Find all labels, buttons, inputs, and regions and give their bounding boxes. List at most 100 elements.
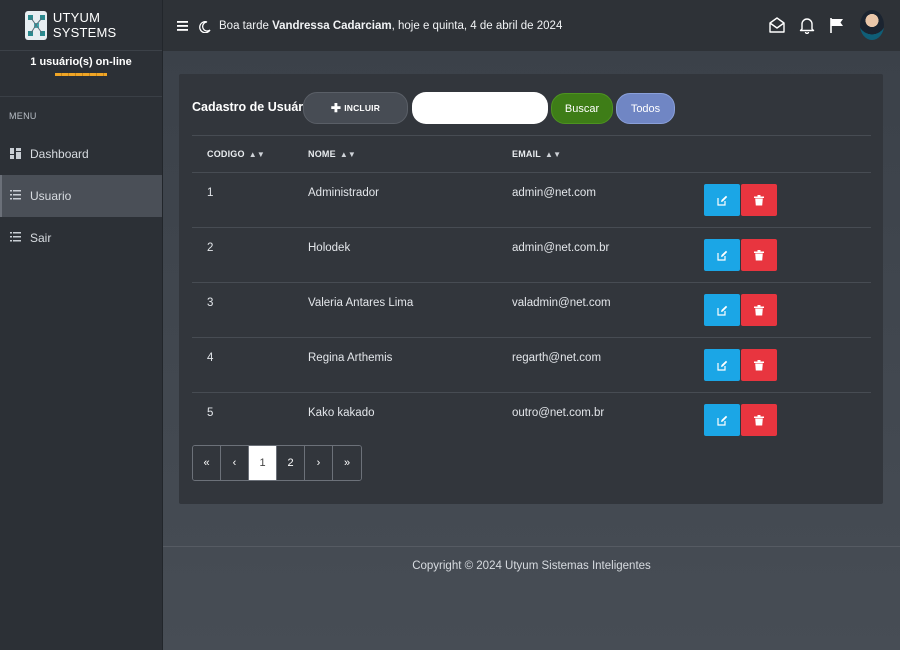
sort-icon: ▲▼ — [248, 150, 265, 159]
edit-icon — [717, 250, 728, 261]
cell-email: regarth@net.com — [512, 337, 704, 393]
sidebar-item-label: Sair — [30, 231, 52, 245]
edit-button[interactable] — [704, 184, 740, 216]
delete-button[interactable] — [741, 294, 777, 326]
cell-name: Holodek — [308, 227, 512, 283]
footer-divider — [163, 546, 900, 547]
cell-actions — [704, 282, 871, 338]
sidebar-item-label: Usuario — [30, 189, 72, 203]
hamburger-menu-icon[interactable] — [177, 18, 189, 34]
include-button[interactable]: ✚ INCLUIR — [303, 92, 408, 124]
trash-icon — [754, 195, 764, 206]
pagination-next[interactable]: › — [305, 446, 333, 480]
bell-icon[interactable] — [798, 16, 816, 35]
edit-button[interactable] — [704, 239, 740, 271]
menu-title: MENU — [9, 111, 37, 121]
edit-button[interactable] — [704, 349, 740, 381]
brand-name: UTYUM SYSTEMS — [52, 10, 117, 40]
sidebar: UTYUM SYSTEMS 1 usuário(s) on-line MENU … — [0, 0, 163, 650]
cell-code: 3 — [192, 282, 308, 338]
sidebar-item-dashboard[interactable]: Dashboard — [0, 133, 162, 175]
delete-button[interactable] — [741, 349, 777, 381]
avatar[interactable] — [860, 10, 884, 40]
table-row: 5 Kako kakado outro@net.com.br — [192, 393, 871, 448]
footer-copyright: Copyright © 2024 Utyum Sistemas Intelige… — [412, 560, 651, 572]
pagination-page-1[interactable]: 1 — [249, 446, 277, 480]
users-table: CODIGO ▲▼ NOME ▲▼ EMAIL ▲▼ 1 Administrador … — [192, 135, 871, 448]
cell-actions — [704, 172, 871, 228]
cell-code: 1 — [192, 172, 308, 228]
sidebar-item-label: Dashboard — [30, 147, 89, 161]
plus-icon: ✚ — [330, 101, 342, 115]
online-indicator-bar — [55, 73, 107, 76]
column-header-email[interactable]: EMAIL ▲▼ — [512, 135, 704, 173]
cell-name: Kako kakado — [308, 407, 375, 419]
pagination: « ‹ 1 2 › » — [192, 445, 362, 481]
edit-icon — [717, 415, 728, 426]
sidebar-item-sair[interactable]: Sair — [0, 217, 162, 259]
sort-icon: ▲▼ — [339, 150, 357, 159]
greeting-prefix: Boa tarde — [219, 19, 273, 32]
table-row: 4 Regina Arthemis regarth@net.com — [192, 337, 871, 393]
cell-code: 4 — [192, 337, 308, 393]
search-input[interactable] — [412, 92, 548, 124]
trash-icon — [754, 305, 764, 316]
greeting-suffix: , hoje e quinta, 4 de abril de 2024 — [391, 19, 563, 32]
brand[interactable]: UTYUM SYSTEMS — [0, 0, 162, 51]
show-all-button[interactable]: Todos — [616, 93, 675, 124]
greeting: Boa tarde Vandressa Cadarciam, hoje e qu… — [219, 20, 562, 32]
dashboard-icon — [10, 148, 22, 160]
online-status: 1 usuário(s) on-line — [0, 51, 162, 97]
table-header-row: CODIGO ▲▼ NOME ▲▼ EMAIL ▲▼ — [192, 135, 871, 173]
page-title: Cadastro de Usuários — [192, 100, 322, 114]
table-row: 3 Valeria Antares Lima valadmin@net.com — [192, 282, 871, 338]
cell-email: admin@net.com.br — [512, 227, 704, 283]
cell-name: Administrador — [308, 172, 512, 228]
cell-code: 5 — [207, 407, 214, 419]
cell-code: 2 — [192, 227, 308, 283]
sidebar-menu: Dashboard Usuario Sair — [0, 133, 162, 259]
card-header: Cadastro de Usuários ✚ INCLUIR Buscar To… — [179, 74, 883, 140]
topbar: Boa tarde Vandressa Cadarciam, hoje e qu… — [163, 0, 900, 51]
online-count: 1 usuário(s) on-line — [30, 56, 132, 68]
column-header-code[interactable]: CODIGO ▲▼ — [192, 135, 308, 173]
flag-icon[interactable] — [828, 16, 846, 34]
delete-button[interactable] — [741, 239, 777, 271]
cell-email: valadmin@net.com — [512, 282, 704, 338]
cell-name: Regina Arthemis — [308, 337, 512, 393]
pagination-last[interactable]: » — [333, 446, 361, 480]
cell-name: Valeria Antares Lima — [308, 282, 512, 338]
search-button[interactable]: Buscar — [551, 93, 613, 124]
sidebar-item-usuario[interactable]: Usuario — [0, 175, 162, 217]
edit-icon — [717, 360, 728, 371]
pagination-first[interactable]: « — [193, 446, 221, 480]
brand-logo-icon — [25, 10, 47, 40]
users-card: Cadastro de Usuários ✚ INCLUIR Buscar To… — [179, 74, 883, 504]
delete-button[interactable] — [741, 404, 777, 436]
moon-icon[interactable] — [199, 20, 211, 33]
sort-icon: ▲▼ — [545, 150, 562, 159]
user-name: Vandressa Cadarciam — [272, 19, 392, 32]
trash-icon — [754, 360, 764, 371]
mail-open-icon[interactable] — [768, 16, 786, 34]
list-icon — [10, 190, 22, 202]
cell-actions — [704, 337, 871, 393]
edit-button[interactable] — [704, 294, 740, 326]
delete-button[interactable] — [741, 184, 777, 216]
pagination-prev[interactable]: ‹ — [221, 446, 249, 480]
pagination-page-2[interactable]: 2 — [277, 446, 305, 480]
table-row: 1 Administrador admin@net.com — [192, 172, 871, 228]
edit-button[interactable] — [704, 404, 740, 436]
edit-icon — [717, 195, 728, 206]
edit-icon — [717, 305, 728, 316]
cell-email: outro@net.com.br — [512, 407, 605, 419]
topbar-icons — [768, 10, 884, 40]
cell-actions — [704, 393, 871, 448]
column-header-name[interactable]: NOME ▲▼ — [308, 135, 512, 173]
list-icon — [10, 232, 22, 244]
cell-actions — [704, 227, 871, 283]
column-header-actions — [704, 135, 871, 173]
include-label: INCLUIR — [344, 103, 381, 113]
trash-icon — [754, 250, 764, 261]
table-row: 2 Holodek admin@net.com.br — [192, 227, 871, 283]
